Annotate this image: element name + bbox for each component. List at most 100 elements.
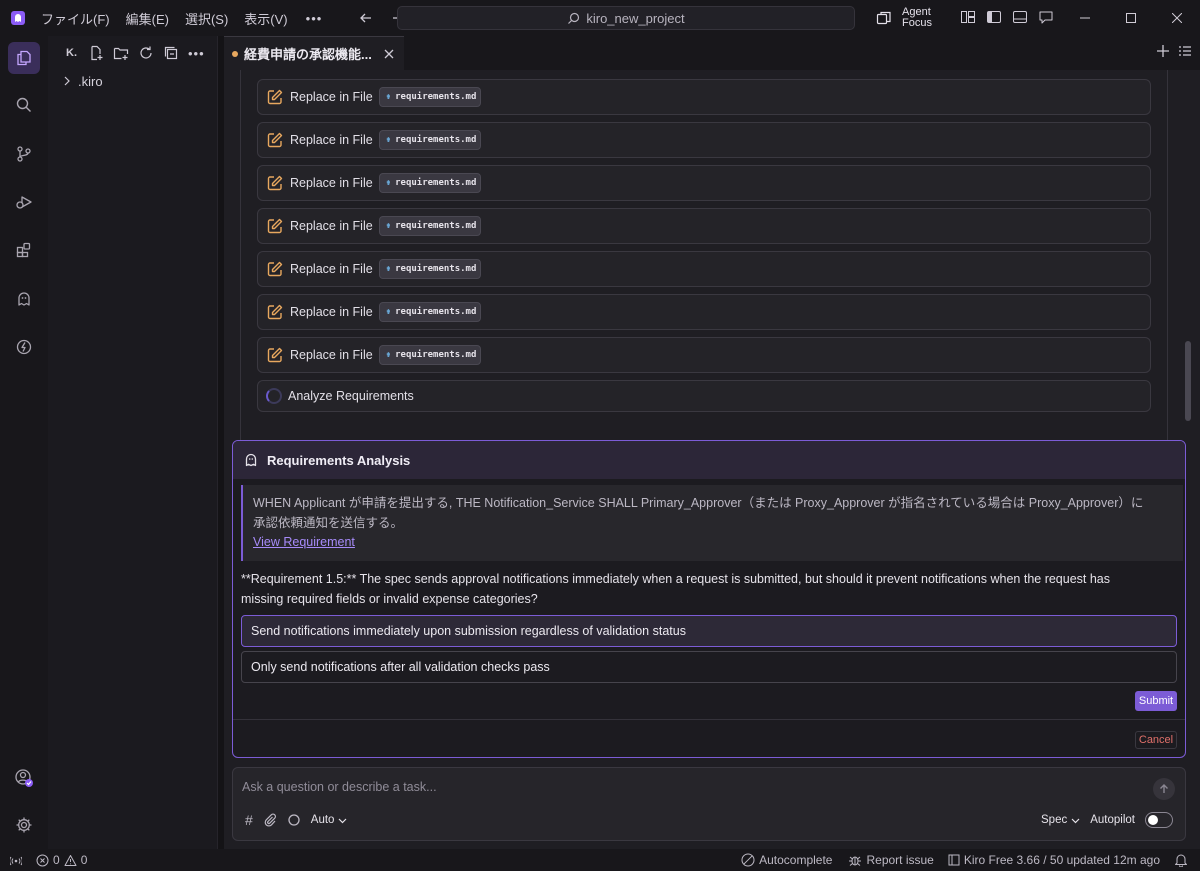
send-button[interactable] — [1153, 778, 1175, 800]
toggle-sidebar-icon[interactable] — [986, 9, 1002, 25]
tab-expense-spec[interactable]: 経費申請の承認機能... — [224, 36, 404, 70]
operation-replace-in-file[interactable]: Replace in File ⇟ requirements.md — [257, 165, 1151, 201]
extensions-icon[interactable] — [8, 234, 40, 266]
status-bar: 0 0 Autocomplete Report issue Kiro Free … — [0, 849, 1200, 871]
menu-more-icon[interactable]: ••• — [306, 11, 323, 26]
file-chip-name: requirements.md — [395, 92, 477, 102]
file-chip[interactable]: ⇟ requirements.md — [378, 173, 482, 193]
problems-indicator[interactable]: 0 0 — [36, 853, 87, 867]
file-chip-name: requirements.md — [395, 221, 477, 231]
command-search-box[interactable]: kiro_new_project — [397, 6, 855, 30]
run-debug-icon[interactable] — [8, 186, 40, 218]
explorer-sidebar: K. ••• .kiro — [48, 36, 218, 849]
file-chip-name: requirements.md — [395, 178, 477, 188]
edit-pencil-icon — [267, 261, 283, 277]
circle-status-icon[interactable] — [287, 813, 301, 827]
chat-bubble-icon[interactable] — [1038, 9, 1054, 25]
layout-grid-icon[interactable] — [960, 9, 976, 25]
new-file-icon[interactable] — [88, 45, 104, 61]
file-chip[interactable]: ⇟ requirements.md — [378, 302, 482, 322]
collapse-all-icon[interactable] — [163, 45, 179, 61]
operation-replace-in-file[interactable]: Replace in File ⇟ requirements.md — [257, 294, 1151, 330]
markdown-file-icon: ⇟ — [385, 221, 392, 231]
bug-icon — [849, 856, 862, 866]
autocomplete-status[interactable]: Autocomplete — [741, 853, 832, 867]
remote-broadcast-icon[interactable] — [10, 854, 22, 866]
agent-focus-line2: Focus — [902, 17, 932, 29]
source-control-icon[interactable] — [8, 138, 40, 170]
vertical-scrollbar[interactable] — [1185, 341, 1191, 421]
new-tab-plus-icon[interactable] — [1156, 44, 1170, 58]
quote-line-1: WHEN Applicant が申請を提出する, THE Notificatio… — [253, 496, 1144, 510]
menu-edit[interactable]: 編集(E) — [126, 9, 169, 28]
toggle-panel-icon[interactable] — [1012, 9, 1028, 25]
notification-bell-icon[interactable] — [1174, 853, 1188, 867]
operation-label: Replace in File — [290, 262, 373, 276]
markdown-file-icon: ⇟ — [385, 264, 392, 274]
operation-replace-in-file[interactable]: Replace in File ⇟ requirements.md — [257, 122, 1151, 158]
chat-input-box[interactable]: Ask a question or describe a task... # A… — [232, 767, 1186, 841]
warning-triangle-icon — [64, 854, 77, 866]
chat-placeholder[interactable]: Ask a question or describe a task... — [242, 780, 437, 794]
file-chip[interactable]: ⇟ requirements.md — [378, 345, 482, 365]
settings-gear-icon[interactable] — [8, 809, 40, 841]
operation-label: Replace in File — [290, 90, 373, 104]
file-chip[interactable]: ⇟ requirements.md — [378, 216, 482, 236]
submit-button[interactable]: Submit — [1135, 691, 1177, 711]
report-issue-label: Report issue — [866, 853, 934, 867]
chevron-down-icon — [1071, 818, 1080, 823]
hash-context-icon[interactable]: # — [245, 812, 253, 828]
maximize-button[interactable] — [1108, 0, 1154, 36]
operation-replace-in-file[interactable]: Replace in File ⇟ requirements.md — [257, 79, 1151, 115]
close-tab-icon[interactable] — [384, 49, 394, 59]
tree-item-kiro[interactable]: .kiro — [48, 70, 217, 92]
toggle-knob — [1148, 815, 1158, 825]
answer-option-1[interactable]: Send notifications immediately upon subm… — [241, 615, 1177, 647]
refresh-icon[interactable] — [138, 45, 154, 61]
markdown-file-icon: ⇟ — [385, 135, 392, 145]
operation-analyze-requirements[interactable]: Analyze Requirements — [257, 380, 1151, 412]
answer-option-2[interactable]: Only send notifications after all valida… — [241, 651, 1177, 683]
edit-pencil-icon — [267, 347, 283, 363]
view-requirement-link[interactable]: View Requirement — [253, 535, 1173, 549]
explorer-icon[interactable] — [8, 42, 40, 74]
paperclip-icon[interactable] — [263, 813, 277, 827]
operation-replace-in-file[interactable]: Replace in File ⇟ requirements.md — [257, 251, 1151, 287]
menu-selection[interactable]: 選択(S) — [185, 9, 228, 28]
model-selector[interactable]: Auto — [311, 814, 348, 826]
operation-replace-in-file[interactable]: Replace in File ⇟ requirements.md — [257, 208, 1151, 244]
editor-area: 経費申請の承認機能... Replace in File ⇟ requiremen… — [224, 36, 1200, 849]
analysis-question: **Requirement 1.5:** The spec sends appr… — [241, 569, 1181, 609]
report-issue-button[interactable]: Report issue — [848, 853, 934, 867]
file-chip-name: requirements.md — [395, 307, 477, 317]
mode-selector[interactable]: Spec — [1041, 814, 1080, 826]
search-icon[interactable] — [8, 89, 40, 121]
explorer-title: K. — [66, 47, 77, 59]
operation-replace-in-file[interactable]: Replace in File ⇟ requirements.md — [257, 337, 1151, 373]
loading-spinner-icon — [266, 388, 282, 404]
file-chip[interactable]: ⇟ requirements.md — [378, 130, 482, 150]
plan-usage-status[interactable]: Kiro Free 3.66 / 50 updated 12m ago — [948, 853, 1160, 867]
edit-pencil-icon — [267, 132, 283, 148]
file-chip[interactable]: ⇟ requirements.md — [378, 87, 482, 107]
new-folder-icon[interactable] — [113, 45, 129, 61]
file-chip[interactable]: ⇟ requirements.md — [378, 259, 482, 279]
account-icon[interactable] — [8, 762, 40, 794]
hooks-icon[interactable] — [8, 331, 40, 363]
sidebar-more-icon[interactable]: ••• — [188, 46, 205, 61]
search-icon — [568, 12, 580, 24]
minimize-button[interactable] — [1062, 0, 1108, 36]
kiro-ghost-icon[interactable] — [8, 283, 40, 315]
tree-item-label: .kiro — [78, 73, 103, 89]
close-window-button[interactable] — [1154, 0, 1200, 36]
back-arrow-icon[interactable] — [356, 8, 376, 28]
menu-view[interactable]: 表示(V) — [244, 9, 287, 28]
tab-list-icon[interactable] — [1178, 44, 1192, 58]
disabled-circle-icon — [741, 853, 755, 867]
arrow-up-icon — [1160, 784, 1168, 793]
cancel-button[interactable]: Cancel — [1135, 731, 1177, 749]
edit-pencil-icon — [267, 304, 283, 320]
autopilot-toggle[interactable] — [1145, 812, 1173, 828]
agent-focus-button[interactable]: Agent Focus — [876, 7, 932, 29]
menu-file[interactable]: ファイル(F) — [41, 9, 110, 28]
